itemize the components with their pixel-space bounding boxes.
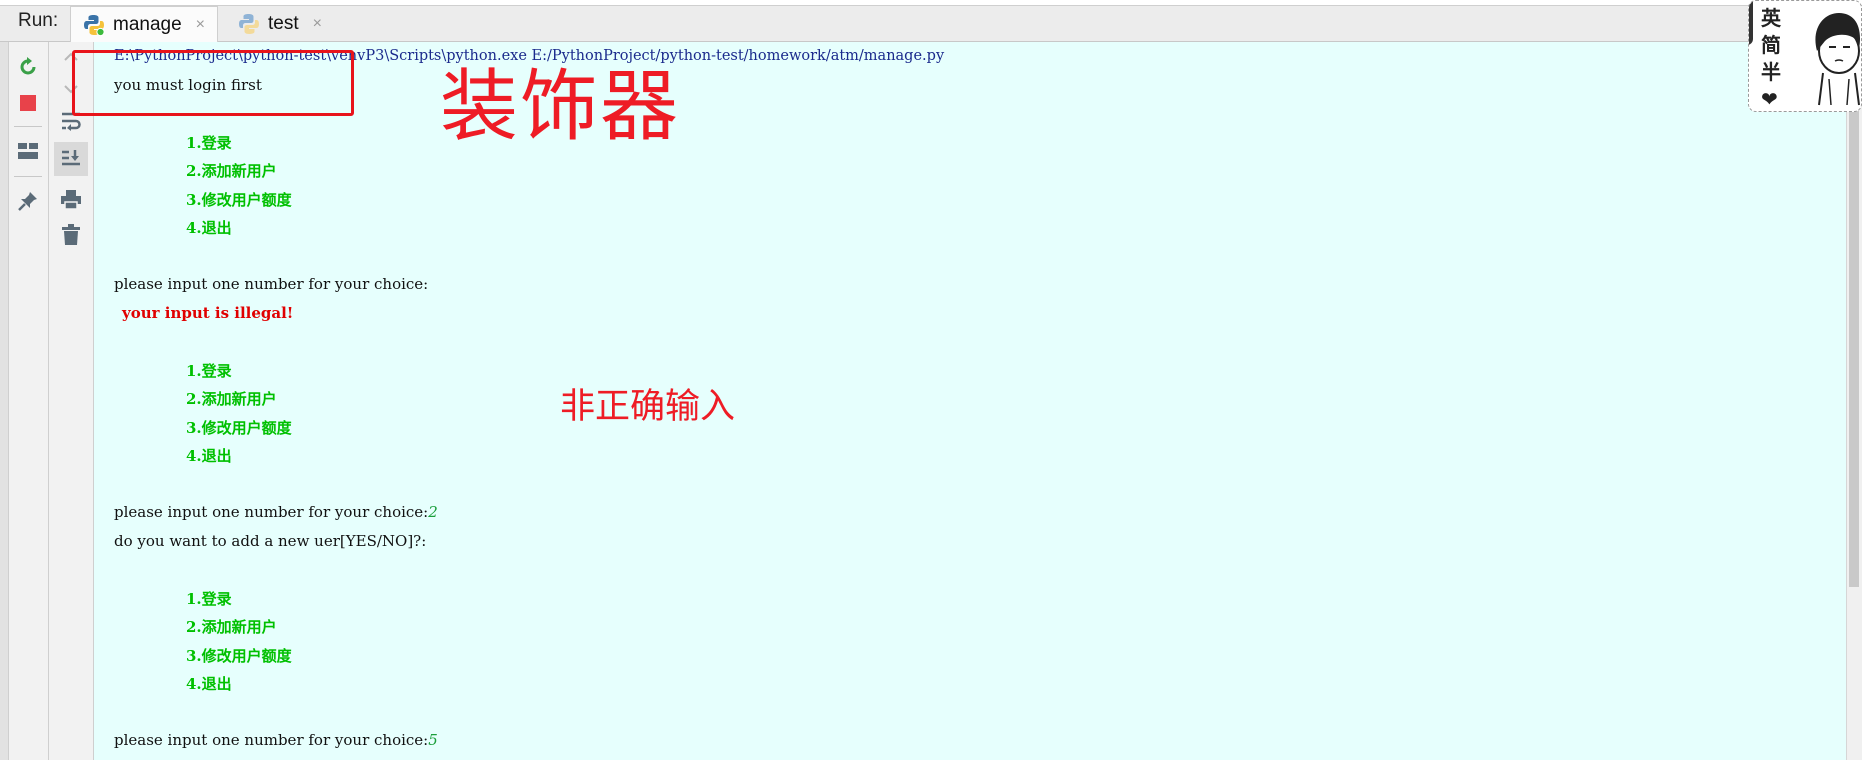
tab-test[interactable]: test × bbox=[226, 6, 336, 42]
menu-item-login: 1.登录 bbox=[186, 590, 232, 608]
menu-item-modify-quota: 3.修改用户额度 bbox=[186, 419, 292, 437]
run-tab-bar: Run: manage × test × bbox=[0, 0, 1862, 42]
watermark-char: 简 bbox=[1761, 33, 1781, 57]
close-icon[interactable]: × bbox=[313, 15, 322, 33]
run-label: Run: bbox=[18, 10, 59, 31]
cartoon-face-icon bbox=[1815, 13, 1861, 106]
vertical-scrollbar[interactable] bbox=[1846, 42, 1862, 760]
left-edge-strip bbox=[0, 42, 9, 760]
menu-item-add-user: 2.添加新用户 bbox=[186, 162, 277, 180]
stop-icon[interactable] bbox=[13, 88, 43, 118]
menu-item-login: 1.登录 bbox=[186, 134, 232, 152]
layout-icon[interactable] bbox=[13, 136, 43, 166]
error-message: your input is illegal! bbox=[122, 304, 294, 322]
user-input: 2 bbox=[428, 503, 438, 521]
user-input: 5 bbox=[428, 731, 438, 749]
scrollbar-thumb[interactable] bbox=[1849, 42, 1859, 587]
annotation-invalid-input: 非正确输入 bbox=[560, 387, 736, 427]
toolbar-divider bbox=[14, 126, 42, 127]
menu-item-modify-quota: 3.修改用户额度 bbox=[186, 647, 292, 665]
close-icon[interactable]: × bbox=[196, 16, 205, 34]
pin-icon[interactable] bbox=[13, 186, 43, 216]
heart-icon: ❤ bbox=[1761, 87, 1778, 111]
choice-prompt: please input one number for your choice:… bbox=[114, 503, 438, 521]
watermark-char: 半 bbox=[1761, 60, 1781, 84]
choice-prompt: please input one number for your choice: bbox=[114, 275, 429, 293]
menu-item-login: 1.登录 bbox=[186, 362, 232, 380]
menu-item-modify-quota: 3.修改用户额度 bbox=[186, 191, 292, 209]
watermark-edge bbox=[1749, 1, 1753, 45]
toolbar-divider bbox=[14, 176, 42, 177]
console-toolbar bbox=[49, 42, 94, 760]
menu-item-add-user: 2.添加新用户 bbox=[186, 390, 277, 408]
prompt-text: please input one number for your choice: bbox=[114, 731, 429, 749]
tab-manage[interactable]: manage × bbox=[70, 6, 218, 42]
tab-manage-label: manage bbox=[113, 13, 182, 35]
watermark-char: 英 bbox=[1761, 6, 1781, 30]
add-user-prompt: do you want to add a new uer[YES/NO]?: bbox=[114, 532, 427, 550]
annotation-highlight-box bbox=[72, 50, 354, 116]
print-icon[interactable] bbox=[56, 184, 86, 214]
menu-item-exit: 4.退出 bbox=[186, 447, 232, 465]
menu-item-add-user: 2.添加新用户 bbox=[186, 618, 277, 636]
python-icon bbox=[239, 14, 259, 34]
choice-prompt: please input one number for your choice:… bbox=[114, 731, 438, 749]
run-toolbar bbox=[9, 42, 49, 760]
menu-item-exit: 4.退出 bbox=[186, 219, 232, 237]
watermark-text: 英 简 半 ❤ bbox=[1761, 5, 1781, 111]
scroll-to-end-icon[interactable] bbox=[54, 142, 88, 176]
python-icon bbox=[84, 14, 105, 36]
rerun-icon[interactable] bbox=[13, 52, 43, 82]
tab-test-label: test bbox=[268, 13, 299, 34]
console-output[interactable]: E:\PythonProject\python-test\venvP3\Scri… bbox=[94, 42, 1846, 760]
prompt-text: please input one number for your choice: bbox=[114, 503, 429, 521]
menu-item-exit: 4.退出 bbox=[186, 675, 232, 693]
trash-icon[interactable] bbox=[56, 220, 86, 250]
annotation-decorator: 装饰器 bbox=[440, 62, 681, 152]
watermark-badge: 英 简 半 ❤ bbox=[1748, 0, 1862, 112]
